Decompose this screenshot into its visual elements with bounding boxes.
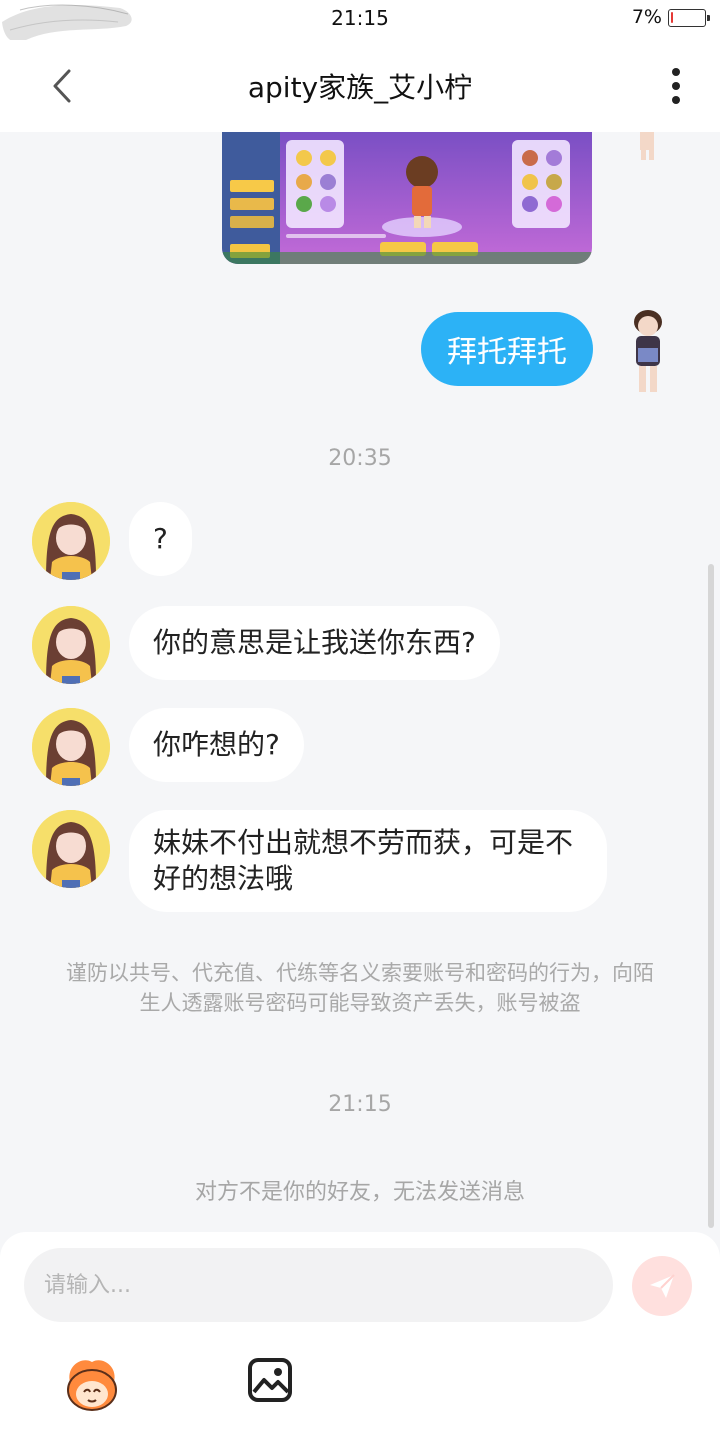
- status-bar: 21:15 7%: [0, 0, 720, 43]
- incoming-message-bubble[interactable]: 妹妹不付出就想不劳而获，可是不好的想法哦: [129, 810, 607, 912]
- chevron-left-icon: [53, 69, 71, 103]
- image-button[interactable]: [246, 1356, 294, 1404]
- incoming-message-bubble[interactable]: 你咋想的?: [129, 708, 304, 782]
- peer-avatar[interactable]: [32, 810, 110, 888]
- game-screenshot-image: [222, 132, 592, 264]
- battery-icon: [668, 9, 710, 27]
- self-avatar-partial[interactable]: [620, 132, 676, 162]
- status-time: 21:15: [331, 6, 389, 30]
- back-button[interactable]: [38, 62, 86, 110]
- chat-header: apity家族_艾小柠: [0, 40, 720, 132]
- message-composer: [0, 1232, 720, 1440]
- incoming-message-row: ?: [32, 502, 720, 582]
- incoming-message-row: 你的意思是让我送你东西?: [32, 606, 720, 686]
- chat-scrollbar[interactable]: [708, 564, 714, 1228]
- message-input[interactable]: [24, 1248, 613, 1322]
- peer-avatar[interactable]: [32, 606, 110, 684]
- incoming-message-row: 妹妹不付出就想不劳而获，可是不好的想法哦: [32, 810, 720, 914]
- outgoing-message-bubble[interactable]: 拜托拜托: [421, 312, 593, 386]
- emoji-button[interactable]: [60, 1352, 124, 1416]
- more-options-button[interactable]: [656, 62, 696, 110]
- timestamp: 20:35: [328, 446, 392, 471]
- security-notice: 谨防以共号、代充值、代练等名义索要账号和密码的行为，向陌生人透露账号密码可能导致…: [66, 961, 654, 1015]
- self-avatar[interactable]: [620, 308, 676, 398]
- peer-avatar[interactable]: [32, 708, 110, 786]
- timestamp: 21:15: [328, 1092, 392, 1117]
- battery-percent: 7%: [631, 6, 662, 28]
- system-message: 对方不是你的好友，无法发送消息: [194, 1180, 525, 1205]
- chat-title: apity家族_艾小柠: [247, 71, 473, 104]
- incoming-message-bubble[interactable]: 你的意思是让我送你东西?: [129, 606, 500, 680]
- more-vertical-icon: [672, 68, 680, 104]
- paper-plane-icon: [650, 1274, 675, 1298]
- incoming-message-bubble[interactable]: ?: [129, 502, 192, 576]
- battery-level-fill: [671, 12, 673, 23]
- mascot-emoji-icon: [67, 1360, 117, 1411]
- peer-avatar[interactable]: [32, 502, 110, 580]
- send-button[interactable]: [632, 1256, 692, 1316]
- image-icon: [248, 1358, 292, 1402]
- incoming-message-row: 你咋想的?: [32, 708, 720, 788]
- shared-game-screenshot[interactable]: [222, 132, 592, 264]
- chat-message-list[interactable]: 拜托拜托 20:35 ? 你的意思是让我送你东西? 你咋想的? 妹妹不付出就想不…: [0, 132, 720, 1232]
